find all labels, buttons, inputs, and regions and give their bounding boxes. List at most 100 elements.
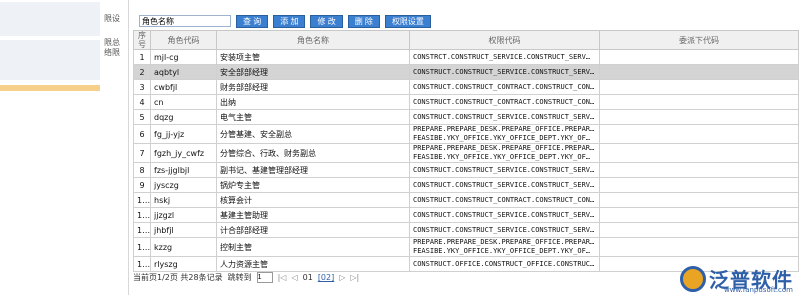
cell-perm-code: CONSTRCT.CONSTRUCT_SERVICE.CONSTRUCT_SER… [409,49,600,65]
cell-delegate-code [599,162,799,178]
main-panel: 查 询 添 加 修 改 删 除 权限设置 序号 角色代码 角色名称 权限代码 委… [133,8,799,295]
perm-code-line: CONSTRUCT.CONSTRUCT_SERVICE.CONSTRUCT_SE… [413,67,595,76]
cell-delegate-code [599,124,799,144]
cell-index: 1 [133,49,151,65]
header-delegate-code[interactable]: 委派下代码 [599,30,799,50]
cell-role-name: 安装项主管 [216,49,410,65]
table-row[interactable]: 11 jjzgzl 基建主管助理 CONSTRUCT.CONSTRUCT_SERVIC… [133,207,799,223]
cell-role-code: jjzgzl [150,207,217,223]
next-page-icon[interactable]: ▷ [339,273,345,282]
cell-perm-code: PREPARE.PREPARE_DESK.PREPARE_OFFICE.PREP… [409,237,600,257]
cell-role-name: 人力资源主管 [216,256,410,272]
cell-role-code: hskj [150,192,217,208]
perm-code-line: CONSTRUCT.CONSTRUCT_SERVICE.CONSTRUCT_SE… [413,210,595,219]
edit-button[interactable]: 修 改 [310,14,343,28]
cell-delegate-code [599,79,799,95]
cell-role-code: aqbtyl [150,64,217,80]
cell-index: 8 [133,162,151,178]
perm-code-line: FEASIBE.YKY_OFFICE.YKY_OFFICE_DEPT.YKY_O… [413,153,591,161]
cell-perm-code: CONSTRUCT.CONSTRUCT_SERVICE.CONSTRUCT_SE… [409,177,600,193]
cell-index: 3 [133,79,151,95]
query-button[interactable]: 查 询 [236,14,269,28]
cell-role-code: fzs-jjglbjl [150,162,217,178]
cell-index: 14 [133,256,151,272]
header-index[interactable]: 序号 [133,30,151,50]
table-row[interactable]: 12 jhbfjl 计合部部经理 CONSTRUCT.CONSTRUCT_SERVIC… [133,222,799,238]
cell-index: 7 [133,143,151,163]
cell-delegate-code [599,207,799,223]
cell-role-name: 电气主管 [216,109,410,125]
first-page-icon[interactable]: |◁ [278,273,287,282]
perm-code-line: PREPARE.PREPARE_DESK.PREPARE_OFFICE.PREP… [413,144,595,153]
perm-code-line: CONSTRUCT.CONSTRUCT_CONTRACT.CONSTRUCT_C… [413,195,595,204]
cell-index: 10 [133,192,151,208]
header-role-name[interactable]: 角色名称 [216,30,410,50]
cell-index: 4 [133,94,151,110]
sidebar-link-3[interactable]: 络限 [104,48,120,58]
cell-index: 2 [133,64,151,80]
cell-index: 6 [133,124,151,144]
table-row[interactable]: 7 fgzh_jy_cwfz 分管综合、行政、财务副总 PREPARE.PREPARE… [133,143,799,163]
cell-perm-code: CONSTRUCT.OFFICE.CONSTRUCT_OFFICE.CONSTR… [409,256,600,272]
table-row[interactable]: 1 mjl-cg 安装项主管 CONSTRCT.CONSTRUCT_SERVICE.C… [133,49,799,65]
sidebar-link-1[interactable]: 限设 [104,14,120,24]
cell-perm-code: CONSTRUCT.CONSTRUCT_SERVICE.CONSTRUCT_SE… [409,109,600,125]
permission-settings-button[interactable]: 权限设置 [384,14,431,28]
cell-role-name: 财务部部经理 [216,79,410,95]
page-link-1[interactable]: 01 [303,273,313,282]
perm-code-line: CONSTRUCT.CONSTRUCT_SERVICE.CONSTRUCT_SE… [413,112,595,121]
cell-role-name: 控制主管 [216,237,410,257]
cell-role-name: 副书记、基建管理部经理 [216,162,410,178]
table-row[interactable]: 2 aqbtyl 安全部部经理 CONSTRUCT.CONSTRUCT_SERVICE… [133,64,799,80]
page-link-2[interactable]: [02] [318,273,334,282]
table-header-row: 序号 角色代码 角色名称 权限代码 委派下代码 [133,30,799,50]
cell-perm-code: CONSTRUCT.CONSTRUCT_CONTRACT.CONSTRUCT_C… [409,94,600,110]
perm-code-line: CONSTRUCT.CONSTRUCT_SERVICE.CONSTRUCT_SE… [413,225,595,234]
table-row[interactable]: 10 hskj 核算会计 CONSTRUCT.CONSTRUCT_CONTRACT.C… [133,192,799,208]
cell-perm-code: CONSTRUCT.CONSTRUCT_CONTRACT.CONSTRUCT_C… [409,79,600,95]
cell-delegate-code [599,177,799,193]
cell-perm-code: PREPARE.PREPARE_DESK.PREPARE_OFFICE.PREP… [409,124,600,144]
perm-code-line: CONSTRUCT.CONSTRUCT_CONTRACT.CONSTRUCT_C… [413,97,595,106]
table-row[interactable]: 9 jysczg 锅炉专主管 CONSTRUCT.CONSTRUCT_SERVICE.… [133,177,799,193]
pager-info: 当前页1/2页 共28条记录 [133,273,223,282]
cell-role-code: rlyszg [150,256,217,272]
sidebar-user-blur [0,40,100,80]
cell-role-name: 安全部部经理 [216,64,410,80]
cell-index: 12 [133,222,151,238]
perm-code-line: CONSTRUCT.CONSTRUCT_SERVICE.CONSTRUCT_SE… [413,165,595,174]
cell-role-name: 分管综合、行政、财务副总 [216,143,410,163]
cell-role-code: dqzg [150,109,217,125]
table-row[interactable]: 3 cwbfjl 财务部部经理 CONSTRUCT.CONSTRUCT_CONTRAC… [133,79,799,95]
perm-code-line: FEASIBE.YKY_OFFICE.YKY_OFFICE_DEPT.YKY_O… [413,247,591,255]
last-page-icon[interactable]: ▷| [350,273,359,282]
sidebar-avatar-blur [0,2,100,36]
header-role-code[interactable]: 角色代码 [150,30,217,50]
cell-delegate-code [599,94,799,110]
header-perm-code[interactable]: 权限代码 [409,30,600,50]
table-row[interactable]: 4 cn 出纳 CONSTRUCT.CONSTRUCT_CONTRACT.CONSTR… [133,94,799,110]
table-row[interactable]: 8 fzs-jjglbjl 副书记、基建管理部经理 CONSTRUCT.CONSTRU… [133,162,799,178]
sidebar-link-2[interactable]: 限总 [104,38,120,48]
toolbar: 查 询 添 加 修 改 删 除 权限设置 [133,14,431,28]
table-row[interactable]: 5 dqzg 电气主管 CONSTRUCT.CONSTRUCT_SERVICE.CON… [133,109,799,125]
delete-button[interactable]: 删 除 [347,14,380,28]
cell-index: 13 [133,237,151,257]
cell-role-name: 基建主管助理 [216,207,410,223]
perm-code-line: FEASIBE.YKY_OFFICE.YKY_OFFICE_DEPT.YKY_O… [413,134,591,142]
cell-perm-code: CONSTRUCT.CONSTRUCT_CONTRACT.CONSTRUCT_C… [409,192,600,208]
perm-code-line: CONSTRUCT.CONSTRUCT_CONTRACT.CONSTRUCT_C… [413,82,595,91]
table-row[interactable]: 6 fg_jj-yjz 分管基建、安全副总 PREPARE.PREPARE_DESK.… [133,124,799,144]
search-input[interactable] [139,15,231,27]
cell-index: 11 [133,207,151,223]
logo-url: www.fanpusoft.com [723,286,793,294]
table-row[interactable]: 13 kzzg 控制主管 PREPARE.PREPARE_DESK.PREPARE_O… [133,237,799,257]
cell-delegate-code [599,192,799,208]
prev-page-icon[interactable]: ◁ [291,273,297,282]
add-button[interactable]: 添 加 [273,14,306,28]
page-jump-input[interactable] [256,272,273,283]
sidebar: 限设 限总 络限 [0,0,129,295]
cell-perm-code: CONSTRUCT.CONSTRUCT_SERVICE.CONSTRUCT_SE… [409,64,600,80]
cell-role-code: jysczg [150,177,217,193]
cell-role-code: cn [150,94,217,110]
